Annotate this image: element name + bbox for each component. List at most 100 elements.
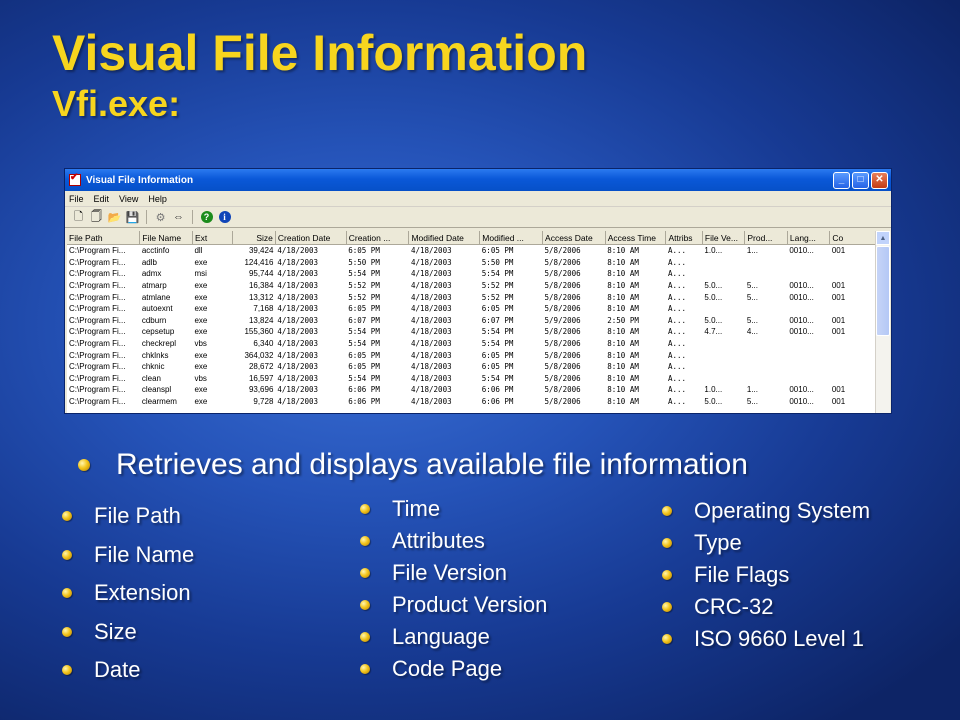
table-row[interactable]: C:\Program Fi... acctinfo dll 39,424 4/18/20… xyxy=(67,245,877,257)
bullet-text: Attributes xyxy=(392,528,485,553)
table-cell: 8:10 AM xyxy=(607,292,639,302)
table-cell: 5.0... xyxy=(704,397,723,407)
table-cell xyxy=(745,303,787,315)
columns-icon[interactable]: ⇔ xyxy=(171,210,186,225)
menu-edit[interactable]: Edit xyxy=(94,194,110,204)
close-button[interactable]: ✕ xyxy=(871,171,888,189)
table-cell: 8:10 AM xyxy=(607,327,639,337)
table-row[interactable]: C:\Program Fi... atmarp exe 16,384 4/18/2003… xyxy=(67,280,877,292)
bullet-text: CRC-32 xyxy=(694,594,774,619)
menu-view[interactable]: View xyxy=(119,194,138,204)
vertical-scrollbar[interactable]: ▲ xyxy=(875,231,890,413)
info-icon: i xyxy=(218,211,231,223)
table-cell: 6:06 PM xyxy=(481,385,514,395)
column-header[interactable]: Creation ... xyxy=(346,231,410,245)
table-row[interactable]: C:\Program Fi... checkrepl vbs 6,340 4/18/20… xyxy=(67,338,877,350)
table-cell: C:\Program Fi... xyxy=(69,246,126,256)
bullet-icon xyxy=(62,511,72,522)
column-header[interactable]: File Ve... xyxy=(702,231,746,245)
table-cell: 0010... xyxy=(789,385,814,395)
copy-icon[interactable]: 🗍 xyxy=(89,210,104,225)
table-cell: 5:54 PM xyxy=(348,373,380,383)
table-row[interactable]: C:\Program Fi... cdburn exe 13,824 4/18/2003… xyxy=(67,315,877,327)
column-header[interactable]: Access Time xyxy=(605,231,667,245)
bullet-item: Code Page xyxy=(360,653,547,685)
table-cell xyxy=(830,303,877,315)
column-header[interactable]: File Name xyxy=(139,231,193,245)
maximize-button[interactable]: □ xyxy=(852,171,869,189)
table-cell: 5/8/2006 xyxy=(544,373,581,383)
table-cell: 0010... xyxy=(789,246,814,256)
table-row[interactable]: C:\Program Fi... cepsetup exe 155,360 4/18/2… xyxy=(67,326,877,338)
slide-subtitle: Vfi.exe: xyxy=(52,83,181,124)
new-icon[interactable]: 🗋 xyxy=(71,210,86,225)
table-row[interactable]: C:\Program Fi... adlb exe 124,416 4/18/2003 5… xyxy=(67,257,877,269)
table-cell: 2:50 PM xyxy=(607,315,639,325)
column-header[interactable]: Size xyxy=(232,231,276,245)
column-header[interactable]: Creation Date xyxy=(275,231,347,245)
table-cell: A... xyxy=(667,362,687,372)
table-cell: 5/8/2006 xyxy=(544,304,581,314)
table-cell: 1... xyxy=(746,385,758,395)
table-cell: 4/18/2003 xyxy=(410,350,452,360)
bullet-text: Extension xyxy=(94,580,191,606)
toolbar-separator xyxy=(146,210,147,224)
table-row[interactable]: C:\Program Fi... chklnks exe 364,032 4/18/20… xyxy=(67,349,877,361)
table-cell: 8:10 AM xyxy=(607,350,639,360)
table-cell: dll xyxy=(194,246,203,256)
column-header[interactable]: File Path xyxy=(67,231,141,245)
table-cell xyxy=(787,338,829,350)
table-cell xyxy=(745,349,787,361)
table-cell: exe xyxy=(194,257,208,267)
table-cell: 5/8/2006 xyxy=(544,385,581,395)
table-cell: 8:10 AM xyxy=(607,246,639,256)
tools-icon[interactable]: ⚙ xyxy=(153,210,168,225)
scroll-up-icon[interactable]: ▲ xyxy=(876,231,890,245)
scroll-thumb[interactable] xyxy=(876,246,890,336)
table-cell: 6:07 PM xyxy=(481,315,514,325)
bullet-text: Type xyxy=(694,530,742,555)
table-cell: msi xyxy=(194,269,207,279)
window-titlebar[interactable]: Visual File Information _ □ ✕ xyxy=(65,169,891,191)
table-row[interactable]: C:\Program Fi... atmlane exe 13,312 4/18/200… xyxy=(67,291,877,303)
table-cell: 5/9/2006 xyxy=(544,315,581,325)
column-header[interactable]: Access Date xyxy=(542,231,606,245)
table-cell: 001 xyxy=(831,327,846,337)
table-cell: 001 xyxy=(831,281,846,291)
table-cell: adlb xyxy=(141,257,157,267)
table-cell: 6:05 PM xyxy=(481,362,514,372)
table-row[interactable]: C:\Program Fi... clean vbs 16,597 4/18/2003 5… xyxy=(67,373,877,385)
minimize-button[interactable]: _ xyxy=(833,171,850,189)
column-header[interactable]: Lang... xyxy=(787,231,831,245)
file-list[interactable]: File Path File Name Ext Size Creation Date Cr… xyxy=(67,231,877,413)
table-cell xyxy=(745,361,787,373)
column-header[interactable]: Modified ... xyxy=(479,231,544,245)
table-row[interactable]: C:\Program Fi... clearmem exe 9,728 4/18/200… xyxy=(67,396,877,408)
table-cell xyxy=(830,349,877,361)
table-cell: chklnks xyxy=(141,350,169,360)
menu-help[interactable]: Help xyxy=(148,194,167,204)
table-row[interactable]: C:\Program Fi... admx msi 95,744 4/18/2003 5:… xyxy=(67,268,877,280)
column-header[interactable]: Attribs xyxy=(665,231,703,245)
save-icon[interactable]: 💾 xyxy=(125,210,140,225)
table-cell: atmlane xyxy=(141,292,171,302)
table-row[interactable]: C:\Program Fi... autoexnt exe 7,168 4/18/200… xyxy=(67,303,877,315)
table-cell: exe xyxy=(194,281,208,291)
bullet-item: File Name xyxy=(62,536,194,575)
open-icon[interactable]: 📂 xyxy=(107,210,122,225)
table-cell: 39,424 xyxy=(248,246,274,256)
file-table: File Path File Name Ext Size Creation Date Cr… xyxy=(67,231,877,407)
column-header[interactable]: Prod... xyxy=(744,231,788,245)
menu-file[interactable]: File xyxy=(69,194,84,204)
column-header[interactable]: Modified Date xyxy=(408,231,481,245)
help-icon-button[interactable]: ? xyxy=(199,210,214,225)
table-cell: 95,744 xyxy=(248,269,274,279)
table-row[interactable]: C:\Program Fi... cleanspl exe 93,696 4/18/20… xyxy=(67,384,877,396)
table-cell xyxy=(702,349,744,361)
bullet-column-3: Operating System Type File Flags CRC-32 ISO … xyxy=(662,495,870,655)
column-header[interactable]: Co xyxy=(829,231,877,245)
info-icon-button[interactable]: i xyxy=(217,210,232,225)
table-row[interactable]: C:\Program Fi... chknic exe 28,672 4/18/2003… xyxy=(67,361,877,373)
table-cell xyxy=(702,373,744,385)
column-header[interactable]: Ext xyxy=(192,231,234,245)
